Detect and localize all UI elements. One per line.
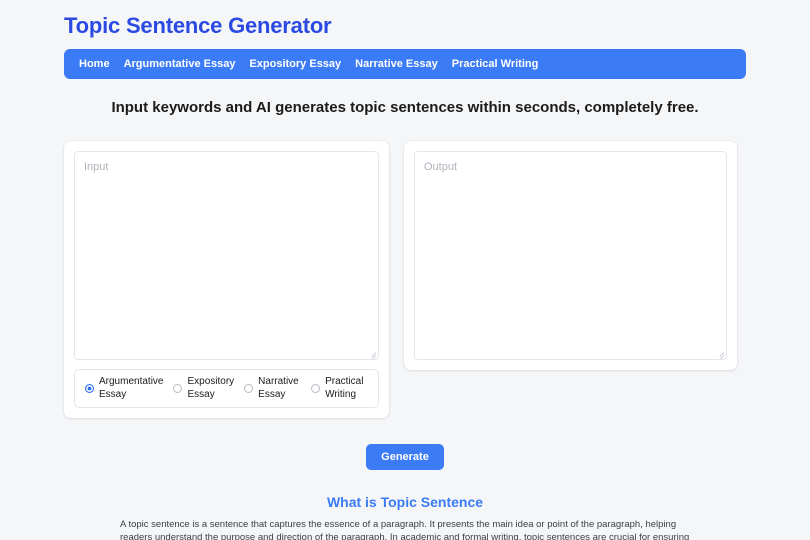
radio-dot-icon[interactable] (85, 384, 94, 393)
headline-text: Input keywords and AI generates topic se… (111, 99, 699, 116)
output-placeholder: Output (424, 161, 458, 173)
nav-item-argumentative-essay[interactable]: Argumentative Essay (117, 49, 243, 79)
nav-item-expository-essay[interactable]: Expository Essay (242, 49, 348, 79)
article-body-text: A topic sentence is a sentence that capt… (120, 519, 690, 540)
main-navigation: Home Argumentative Essay Expository Essa… (64, 49, 746, 79)
radio-label: Argumentative Essay (99, 376, 164, 400)
radio-dot-icon[interactable] (173, 384, 183, 393)
nav-item-home[interactable]: Home (72, 49, 117, 79)
radio-label: Narrative Essay (258, 376, 299, 400)
output-card: Output (404, 141, 737, 370)
radio-dot-icon[interactable] (311, 384, 321, 393)
output-textarea[interactable]: Output (414, 151, 727, 360)
page-container: Topic Sentence Generator Home Argumentat… (64, 0, 746, 540)
page-root: Topic Sentence Generator Home Argumentat… (0, 0, 810, 540)
input-textarea[interactable]: Input (74, 151, 379, 360)
input-placeholder: Input (84, 161, 109, 173)
radio-label: Expository Essay (187, 376, 235, 400)
radio-label: Practical Writing (325, 376, 364, 400)
nav-item-practical-writing[interactable]: Practical Writing (445, 49, 546, 79)
article-title: What is Topic Sentence (326, 494, 484, 510)
radio-option-practical-writing[interactable]: Practical Writing (307, 376, 372, 401)
generate-button-row: Generate (64, 444, 746, 470)
nav-item-narrative-essay[interactable]: Narrative Essay (348, 49, 445, 79)
radio-dot-icon[interactable] (244, 384, 254, 393)
input-card: Input Argumentative Essay Expository Ess… (64, 141, 389, 418)
essay-type-radio-group: Argumentative Essay Expository Essay Nar… (74, 369, 379, 408)
resize-handle-icon[interactable] (366, 347, 377, 359)
radio-option-argumentative-essay[interactable]: Argumentative Essay (81, 376, 167, 401)
generate-button[interactable]: Generate (366, 444, 444, 470)
article-body: A topic sentence is a sentence that capt… (120, 518, 690, 540)
article-section: What is Topic Sentence A topic sentence … (120, 494, 690, 540)
page-title: Topic Sentence Generator (64, 13, 332, 38)
radio-option-narrative-essay[interactable]: Narrative Essay (240, 376, 305, 401)
generator-panels: Input Argumentative Essay Expository Ess… (64, 141, 746, 418)
resize-handle-icon[interactable] (714, 347, 725, 359)
radio-option-expository-essay[interactable]: Expository Essay (169, 376, 238, 401)
